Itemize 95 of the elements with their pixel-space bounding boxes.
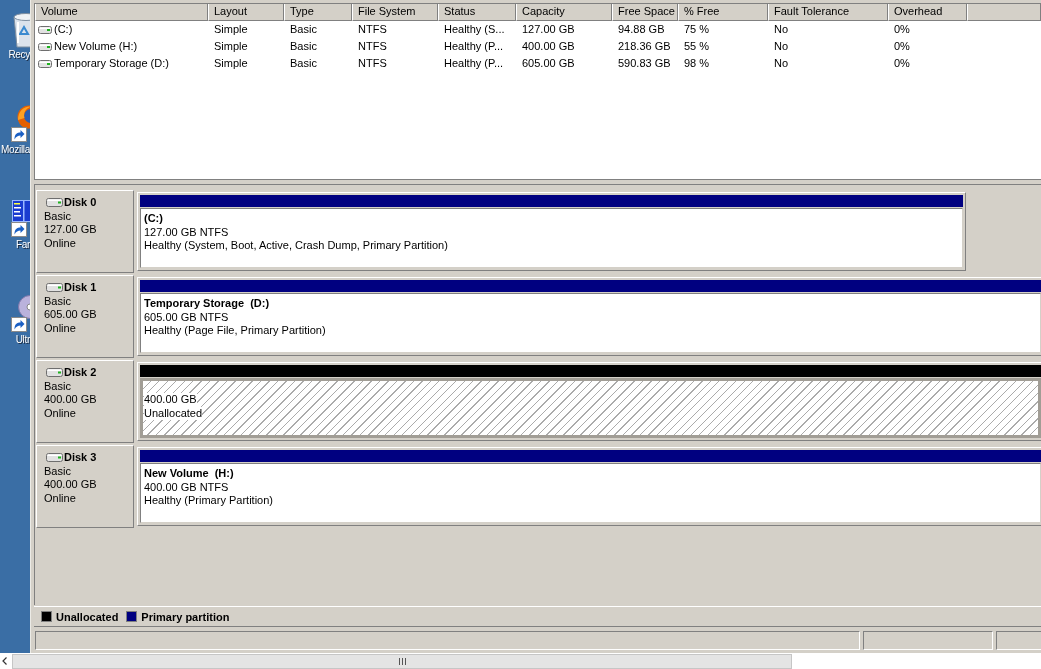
partition-name: Temporary Storage (D:) — [144, 297, 270, 311]
disk-name: Disk 0 — [64, 196, 97, 210]
disk-name: Disk 2 — [64, 366, 97, 380]
trash-bin-icon[interactable] — [11, 10, 30, 48]
disk-drive-icon — [46, 283, 63, 293]
table-cell-text: NTFS — [357, 22, 388, 37]
drive-label[interactable]: (C:) — [54, 21, 73, 38]
drive-icon — [38, 42, 52, 51]
column-header[interactable]: File System — [352, 4, 438, 21]
column-header[interactable]: % Free — [678, 4, 768, 21]
column-header[interactable]: Overhead — [888, 4, 967, 21]
disk-size: 605.00 GB — [44, 308, 97, 323]
column-header[interactable]: Capacity — [516, 4, 612, 21]
disk-type: Basic — [44, 209, 71, 224]
scrollbar-thumb[interactable] — [12, 653, 792, 669]
partition-size: 127.00 GB NTFS — [144, 225, 229, 239]
desktop-icon-label[interactable]: Recy — [8, 48, 30, 61]
table-cell-text: Simple — [213, 39, 249, 54]
partition[interactable]: Temporary Storage (D:) 605.00 GB NTFS Healthy (Page File, Primary Partition) — [137, 277, 1041, 356]
disk-size: 400.00 GB — [44, 478, 97, 493]
partition-size: 400.00 GB — [144, 393, 197, 407]
partition-size: 400.00 GB NTFS — [144, 480, 229, 494]
legend-swatch-icon — [126, 611, 138, 622]
table-cell-text: Simple — [213, 56, 249, 71]
disk-label-panel[interactable]: Disk 3 Basic 400.00 GB Online — [36, 445, 134, 528]
table-cell-text: Simple — [213, 22, 249, 37]
disc-shortcut-icon[interactable] — [11, 295, 30, 333]
disk-label-panel[interactable]: Disk 2 Basic 400.00 GB Online — [36, 360, 134, 443]
partition-name: (C:) — [144, 212, 163, 226]
desktop-icon-label[interactable]: Ultr — [15, 333, 30, 346]
partition-size: 605.00 GB NTFS — [144, 310, 229, 324]
desktop-icon-label[interactable]: Mozilla — [0, 143, 30, 156]
disk-drive-icon — [46, 368, 63, 378]
table-cell-text: Healthy (S... — [443, 22, 506, 37]
disk-label-panel[interactable]: Disk 1 Basic 605.00 GB Online — [36, 275, 134, 358]
disk-name: Disk 3 — [64, 451, 97, 465]
disk-name: Disk 1 — [64, 281, 97, 295]
table-cell-text: 127.00 GB — [521, 22, 576, 37]
partition-status: Healthy (System, Boot, Active, Crash Dump, Primary Partition) — [144, 239, 448, 253]
partition-name: New Volume (H:) — [144, 467, 234, 481]
scroll-left-icon[interactable] — [2, 657, 7, 665]
disk-size: 127.00 GB — [44, 223, 97, 238]
legend-label: Primary partition — [141, 610, 230, 623]
table-cell-text: 0% — [893, 56, 911, 71]
disk-status: Online — [44, 492, 76, 506]
drive-icon — [38, 25, 52, 34]
column-header[interactable]: Status — [438, 4, 516, 21]
disk-status: Online — [44, 237, 76, 251]
table-cell-text: NTFS — [357, 39, 388, 54]
grip-icon — [398, 657, 406, 665]
table-cell-text: 98 % — [683, 56, 711, 71]
table-cell-text: Basic — [289, 39, 318, 54]
partition[interactable]: New Volume (H:) 400.00 GB NTFS Healthy (Primary Partition) — [137, 447, 1041, 526]
drive-icon — [38, 59, 52, 68]
table-cell-text: Basic — [289, 56, 318, 71]
column-header[interactable]: Type — [284, 4, 352, 21]
disk-size: 400.00 GB — [44, 393, 97, 408]
table-cell-text: No — [773, 22, 790, 37]
disk-drive-icon — [46, 453, 63, 463]
table-cell-text: 0% — [893, 22, 911, 37]
table-cell-text: 590.83 GB — [617, 56, 672, 71]
table-cell-text: Healthy (P... — [443, 56, 505, 71]
table-cell-text: 605.00 GB — [521, 56, 576, 71]
desktop-icon-label[interactable]: Far — [15, 238, 30, 251]
drive-label[interactable]: Temporary Storage (D:) — [54, 55, 169, 72]
legend-label: Unallocated — [56, 610, 119, 623]
table-cell-text: 94.88 GB — [617, 22, 666, 37]
table-cell-text: 0% — [893, 39, 911, 54]
table-cell-text: No — [773, 56, 790, 71]
legend-swatch-icon — [41, 611, 52, 622]
column-header[interactable]: Fault Tolerance — [768, 4, 888, 21]
disk-type: Basic — [44, 379, 71, 394]
table-cell-text: NTFS — [357, 56, 388, 71]
partition-status: Healthy (Page File, Primary Partition) — [144, 324, 326, 338]
partition-status: Healthy (Primary Partition) — [144, 494, 273, 508]
disk-type: Basic — [44, 294, 71, 309]
disk-status: Online — [44, 407, 76, 421]
table-cell-text: No — [773, 39, 790, 54]
column-header[interactable]: Volume — [35, 4, 208, 21]
column-header[interactable]: Free Space — [612, 4, 678, 21]
partition[interactable]: 400.00 GB Unallocated — [137, 362, 1041, 441]
disk-status: Online — [44, 322, 76, 336]
disk-label-panel[interactable]: Disk 0 Basic 127.00 GB Online — [36, 190, 134, 273]
disk-type: Basic — [44, 464, 71, 479]
column-header[interactable]: Layout — [208, 4, 284, 21]
table-cell-text: 55 % — [683, 39, 711, 54]
table-cell-text: Healthy (P... — [443, 39, 505, 54]
status-pane — [996, 631, 1041, 650]
disk-drive-icon — [46, 198, 63, 208]
drive-label[interactable]: New Volume (H:) — [54, 38, 138, 55]
table-cell-text: 400.00 GB — [521, 39, 576, 54]
table-cell-text: Basic — [289, 22, 318, 37]
partition[interactable]: (C:) 127.00 GB NTFS Healthy (System, Boot, Active, Crash Dump, Primary Partition) — [137, 192, 966, 271]
table-cell-text: 218.36 GB — [617, 39, 672, 54]
table-cell-text: 75 % — [683, 22, 711, 37]
